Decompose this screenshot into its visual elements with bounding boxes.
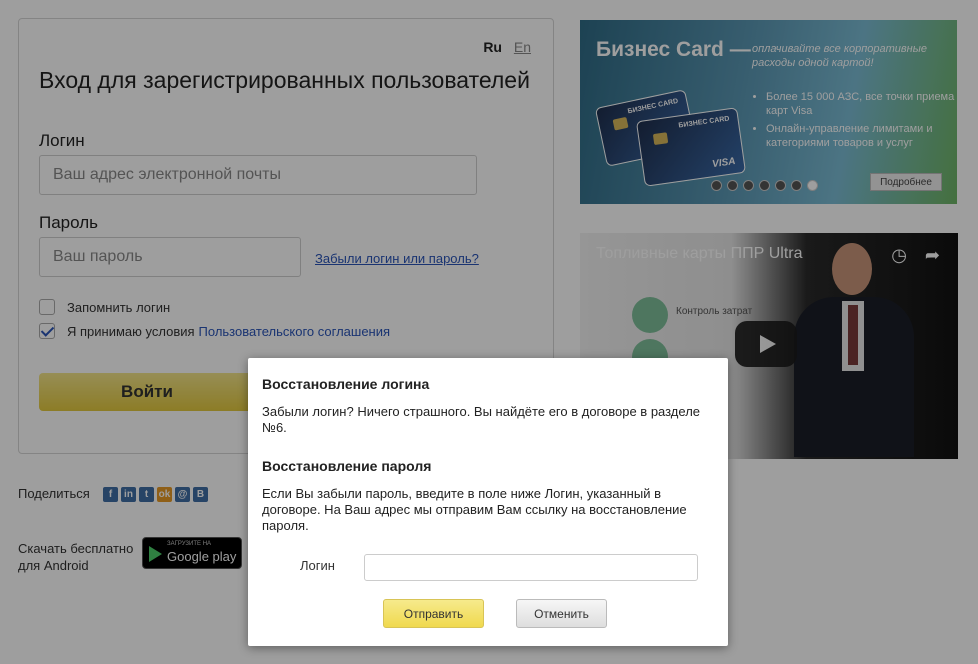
send-button[interactable]: Отправить (383, 599, 484, 628)
cancel-button[interactable]: Отменить (516, 599, 607, 628)
login-recovery-text: Забыли логин? Ничего страшного. Вы найдё… (262, 404, 701, 435)
recovery-login-input[interactable] (364, 554, 698, 581)
recovery-login-label: Логин (300, 558, 335, 573)
password-recovery-text: Если Вы забыли пароль, введите в поле ни… (262, 486, 687, 533)
login-recovery-title: Восстановление логина (262, 376, 430, 392)
password-recovery-title: Восстановление пароля (262, 458, 432, 474)
page: Ru En Вход для зарегистрированных пользо… (0, 0, 978, 664)
recovery-dialog: Восстановление логина Забыли логин? Ниче… (248, 358, 728, 646)
